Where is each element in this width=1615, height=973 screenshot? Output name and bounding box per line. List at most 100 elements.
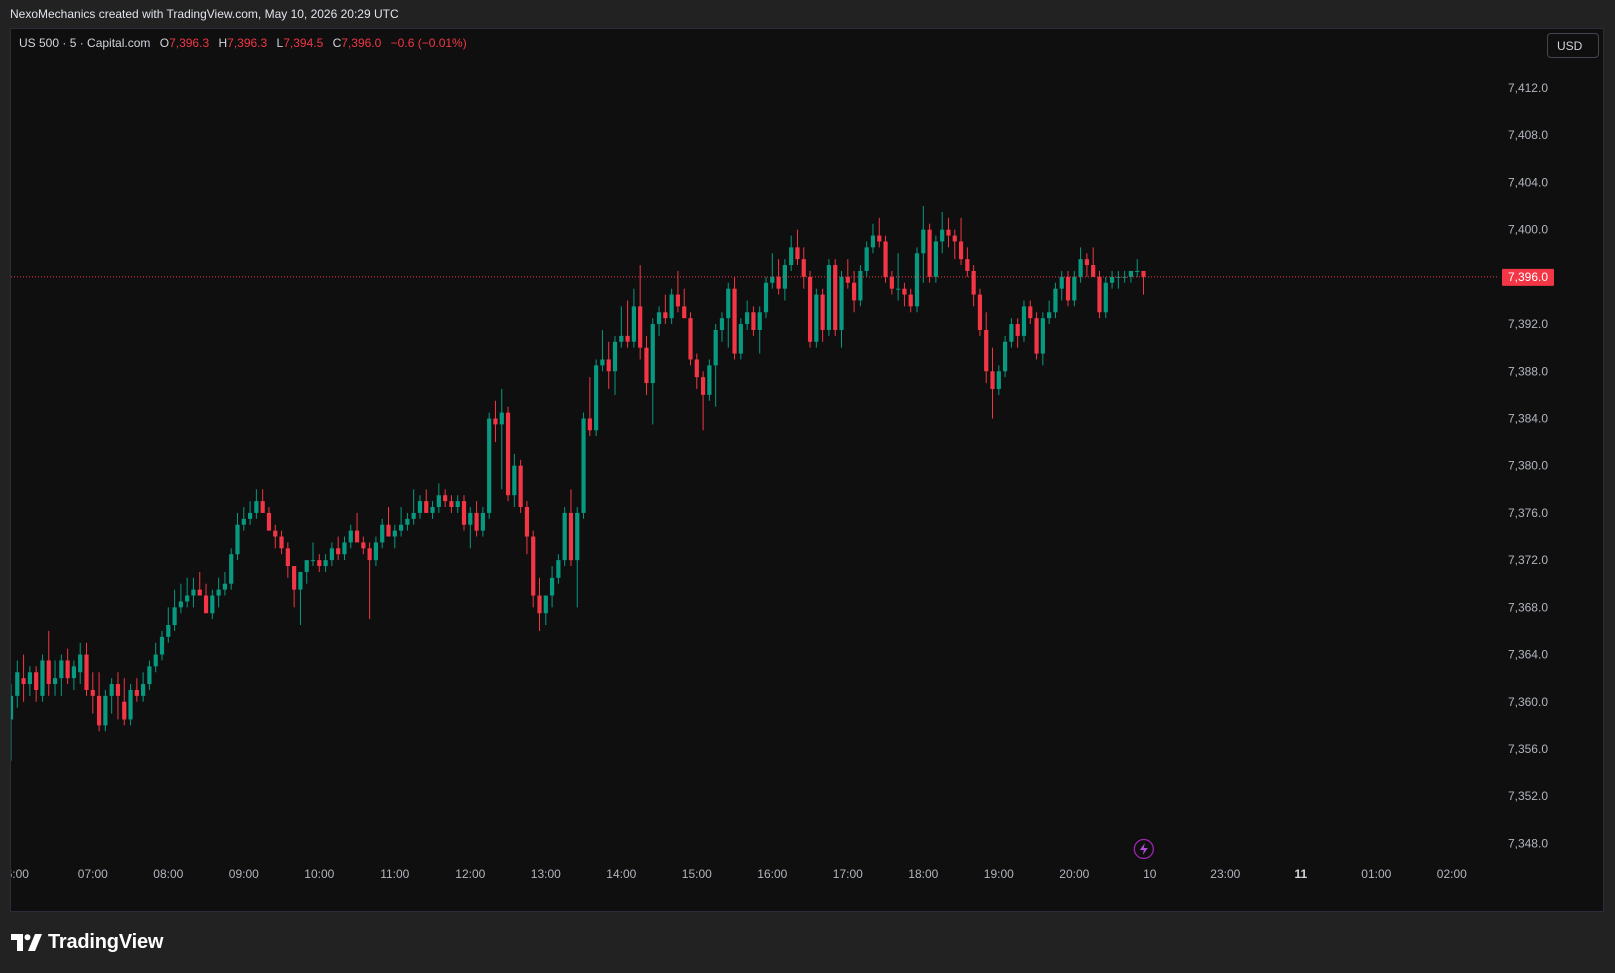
candlestick-chart[interactable]: 7,412.0 7,408.0 7,404.0 7,400.0 7,396.0 7,392… — [11, 29, 1605, 913]
candle-body — [235, 524, 240, 555]
time-tick-label: 02:00 — [1437, 867, 1467, 881]
candle — [65, 648, 70, 685]
candle-body — [562, 512, 567, 561]
candle — [71, 660, 77, 690]
candle — [222, 571, 228, 596]
price-tick-label: 7,372.0 — [1508, 553, 1548, 567]
candle — [619, 306, 624, 348]
candle — [669, 288, 674, 325]
candle — [34, 666, 39, 702]
candle-body — [247, 512, 253, 519]
candle-body — [996, 371, 1001, 389]
candle-body — [21, 678, 26, 685]
lightning-icon[interactable] — [1133, 838, 1154, 860]
candle-body — [147, 666, 152, 685]
candle-body — [745, 312, 750, 325]
candle-body — [984, 329, 989, 372]
time-tick-label: 19:00 — [984, 867, 1014, 881]
candle — [241, 507, 246, 531]
last-price-label: 7,396.0 — [1508, 270, 1548, 284]
candle — [336, 536, 341, 561]
candle-body — [380, 524, 385, 543]
candle-body — [977, 294, 983, 330]
candle — [141, 672, 146, 702]
price-tick-label: 7,392.0 — [1508, 317, 1548, 331]
candle — [216, 577, 221, 608]
candle-body — [1002, 341, 1008, 372]
tradingview-logo[interactable]: TradingView — [11, 931, 163, 954]
candle — [260, 489, 265, 513]
candle — [348, 524, 353, 549]
candle-body — [549, 577, 555, 596]
candle — [1009, 318, 1014, 348]
candle — [103, 689, 108, 732]
candle — [776, 259, 781, 295]
candle — [801, 247, 806, 289]
candle — [11, 684, 14, 761]
candle — [122, 678, 127, 726]
currency-button[interactable]: USD — [1547, 33, 1599, 58]
candle-body — [864, 247, 869, 271]
candle-body — [78, 654, 83, 673]
candle-body — [1084, 259, 1089, 266]
candle-body — [317, 560, 322, 567]
candle — [254, 489, 259, 519]
candle — [373, 536, 379, 567]
candle-body — [1072, 276, 1077, 301]
candle-body — [480, 512, 485, 531]
candle — [996, 365, 1001, 395]
candle — [1141, 270, 1146, 295]
chart-pane[interactable]: 7,412.0 7,408.0 7,404.0 7,400.0 7,396.0 7,392… — [10, 28, 1604, 912]
candle-body — [336, 548, 341, 555]
candle — [1040, 312, 1045, 366]
candle-body — [763, 282, 769, 313]
candle — [625, 300, 630, 348]
candle — [971, 265, 976, 307]
candle-body — [952, 235, 957, 242]
price-tick-label: 7,400.0 — [1508, 223, 1548, 237]
candle — [405, 512, 410, 531]
candle-body — [292, 566, 297, 590]
candle — [115, 672, 121, 720]
candle — [738, 318, 743, 360]
candle-body — [222, 583, 228, 590]
candle-body — [203, 595, 209, 614]
candle — [436, 483, 441, 513]
candle — [594, 359, 599, 437]
candle — [1135, 259, 1140, 277]
candle-body — [1009, 324, 1014, 342]
candle — [461, 495, 467, 531]
candle-body — [191, 589, 196, 596]
candle-body — [354, 530, 360, 543]
candle-body — [27, 672, 32, 685]
candle-body — [833, 265, 838, 330]
candle-body — [619, 335, 624, 342]
price-tick-label: 7,368.0 — [1508, 600, 1548, 614]
candle — [273, 524, 278, 549]
candle — [191, 577, 196, 608]
candle-body — [669, 294, 674, 319]
candle — [757, 306, 762, 354]
candle-body — [757, 312, 762, 330]
candle — [663, 294, 668, 325]
price-tick-label: 7,380.0 — [1508, 459, 1548, 473]
candle — [304, 560, 309, 584]
candle-body — [304, 560, 309, 572]
candle — [858, 265, 863, 307]
candle — [958, 217, 964, 266]
candle — [1015, 318, 1020, 348]
candle — [27, 666, 32, 696]
candle-body — [638, 306, 643, 348]
candle — [688, 312, 693, 366]
candle-body — [914, 253, 920, 307]
tradingview-wordmark: TradingView — [48, 931, 164, 953]
candle — [128, 684, 133, 726]
candle-body — [172, 607, 177, 626]
candle — [505, 406, 511, 502]
candle-body — [625, 335, 630, 342]
candle — [952, 229, 957, 260]
candle — [443, 489, 448, 508]
candle — [839, 270, 844, 348]
candle-body — [795, 247, 800, 260]
candle-body — [342, 542, 347, 555]
